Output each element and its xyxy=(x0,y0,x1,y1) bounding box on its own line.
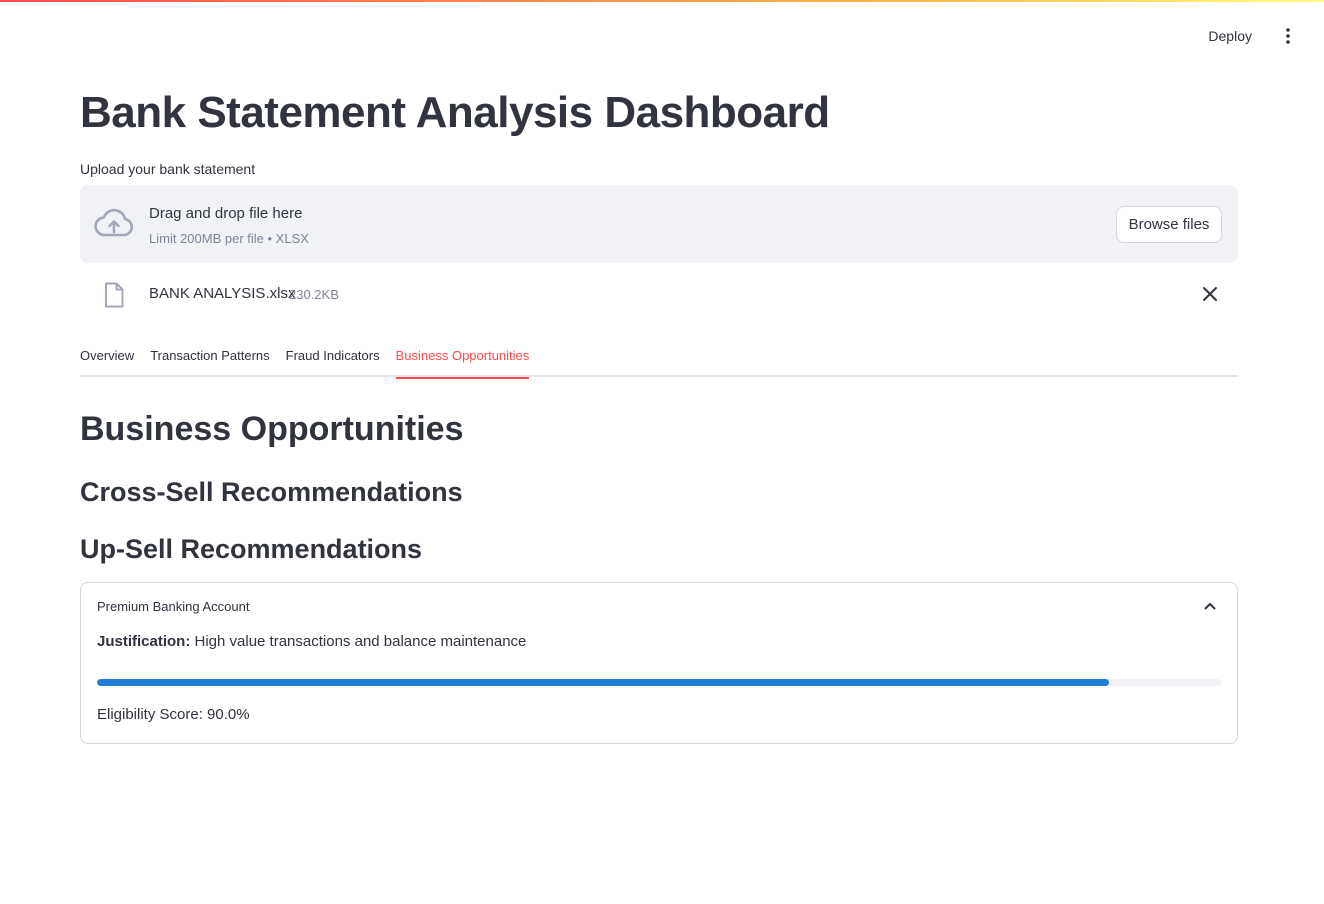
tab-business-opportunities[interactable]: Business Opportunities xyxy=(395,340,529,379)
uploaded-file-name: BANK ANALYSIS.xlsx xyxy=(149,285,296,302)
eligibility-progress-bar xyxy=(97,679,1221,686)
app-header: Deploy xyxy=(1200,22,1300,50)
eligibility-score: Eligibility Score: 90.0% xyxy=(97,706,250,723)
uploader-label: Upload your bank statement xyxy=(80,161,256,177)
uploaded-file-size: 230.2KB xyxy=(289,287,339,302)
chevron-up-icon[interactable] xyxy=(1203,599,1217,613)
recommendation-expander: Premium Banking Account Justification: H… xyxy=(80,582,1238,744)
cross-sell-heading: Cross-Sell Recommendations xyxy=(80,477,463,507)
justification-value: High value transactions and balance main… xyxy=(190,633,527,650)
justification-label: Justification: xyxy=(97,633,191,650)
dropzone-limit-text: Limit 200MB per file • XLSX xyxy=(149,231,309,246)
tab-fraud-indicators[interactable]: Fraud Indicators xyxy=(286,340,380,377)
more-vertical-icon[interactable] xyxy=(1276,22,1300,50)
up-sell-heading: Up-Sell Recommendations xyxy=(80,534,423,564)
eligibility-progress-fill xyxy=(97,679,1109,686)
section-heading: Business Opportunities xyxy=(80,410,464,448)
expander-title[interactable]: Premium Banking Account xyxy=(97,599,249,614)
page-title: Bank Statement Analysis Dashboard xyxy=(80,88,830,137)
browse-files-button[interactable]: Browse files xyxy=(1116,206,1222,243)
tab-overview[interactable]: Overview xyxy=(80,340,134,377)
file-dropzone[interactable]: Drag and drop file here Limit 200MB per … xyxy=(80,185,1238,263)
cloud-upload-icon xyxy=(94,207,134,241)
file-icon xyxy=(104,282,124,308)
tab-transaction-patterns[interactable]: Transaction Patterns xyxy=(150,340,269,377)
justification-text: Justification: High value transactions a… xyxy=(97,633,526,650)
uploaded-file-row: BANK ANALYSIS.xlsx 230.2KB xyxy=(80,276,1238,312)
deploy-button[interactable]: Deploy xyxy=(1200,24,1260,48)
tab-bar: Overview Transaction Patterns Fraud Indi… xyxy=(80,340,1238,379)
top-decoration-stripe xyxy=(0,0,1324,2)
dropzone-title: Drag and drop file here xyxy=(149,205,303,222)
remove-file-icon[interactable] xyxy=(1200,284,1220,304)
